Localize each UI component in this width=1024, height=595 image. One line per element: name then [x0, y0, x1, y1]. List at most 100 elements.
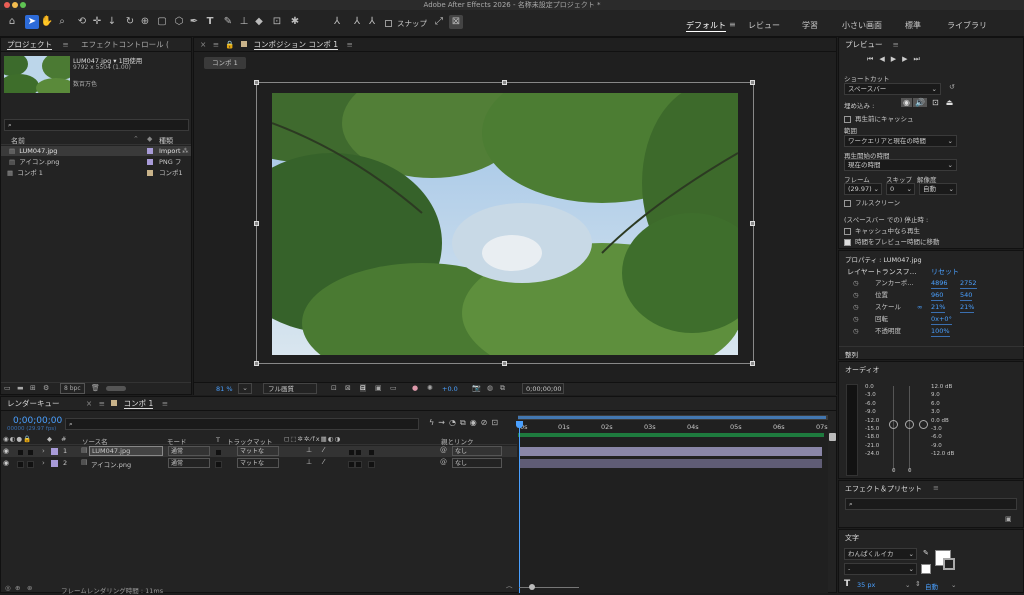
t-switch[interactable]: [215, 460, 222, 468]
reset-link[interactable]: リセット: [931, 267, 959, 277]
prop-value-y[interactable]: 21%: [960, 302, 975, 313]
tab-composition[interactable]: コンポジション コンポ 1: [253, 40, 339, 50]
stop-opt2-row[interactable]: 時間をプレビュー時間に移動: [844, 236, 940, 246]
shortcut-dropdown[interactable]: スペースバー ⌄: [844, 83, 941, 95]
pickwhip-icon[interactable]: @: [440, 458, 447, 466]
zoom-window-button[interactable]: [20, 2, 26, 8]
show-snapshot-icon[interactable]: ◍: [487, 384, 493, 392]
align-section[interactable]: 整列: [839, 346, 1024, 361]
tab-menu-icon[interactable]: ≡: [346, 40, 352, 49]
playhead-handle[interactable]: [516, 421, 523, 428]
label-color[interactable]: [147, 170, 153, 176]
workspace-libraries[interactable]: ライブラリ: [947, 20, 987, 31]
parent-dropdown[interactable]: なし: [452, 446, 502, 456]
layer-name[interactable]: LUM047.jpg: [89, 446, 163, 456]
solo-switch[interactable]: [27, 448, 34, 456]
shape-3d-icon[interactable]: ⬡: [172, 15, 186, 29]
audio-slider-right[interactable]: [905, 420, 914, 429]
trash-icon[interactable]: 🗑: [91, 384, 100, 392]
mask-visibility-icon[interactable]: ⊟: [360, 384, 366, 392]
layer-bounding-box[interactable]: [256, 82, 754, 364]
fast-preview-icon[interactable]: ⧉: [500, 384, 505, 393]
stroke-color-swatch[interactable]: [943, 558, 955, 570]
shape-tool-icon[interactable]: ▢: [155, 15, 169, 29]
orbit-camera-icon[interactable]: ⟲: [75, 15, 89, 29]
close-tab-icon[interactable]: ×: [200, 40, 206, 49]
prop-value-x[interactable]: 21%: [931, 302, 946, 313]
prev-frame-icon[interactable]: ◀: [879, 55, 890, 63]
zoom-value[interactable]: 81 %: [216, 385, 233, 393]
transform-handle[interactable]: [750, 361, 755, 366]
transform-handle[interactable]: [502, 80, 507, 85]
new-folder-icon[interactable]: ▬: [17, 384, 24, 392]
chevron-down-icon[interactable]: ⌄: [951, 581, 956, 589]
mode-dropdown[interactable]: 通常: [168, 446, 210, 456]
eye-icon[interactable]: ◉: [3, 459, 9, 467]
overlay-toggle-icon[interactable]: ⊡: [932, 98, 939, 107]
start-dropdown[interactable]: 現在の時間 ⌄: [844, 159, 957, 171]
render-time-toggle-icon[interactable]: ◎: [5, 584, 11, 592]
time-graph[interactable]: 0s 01s 02s 03s 04s 05s 06s 07s: [516, 413, 828, 593]
transparency-grid-icon[interactable]: ⊠: [345, 384, 351, 392]
viewer-timecode[interactable]: 0;00;00;00: [522, 383, 564, 394]
tab-render-queue[interactable]: レンダーキュー: [7, 399, 60, 408]
cache-before-row[interactable]: 再生前にキャッシュ: [844, 113, 914, 123]
shy-layers-icon[interactable]: ϟ: [429, 418, 438, 427]
comp-end-marker[interactable]: [829, 433, 836, 441]
hand-tool-icon[interactable]: ✋: [40, 15, 54, 29]
stopwatch-icon[interactable]: ◷: [853, 302, 859, 312]
audio-switch[interactable]: [17, 448, 24, 456]
col-track-matte[interactable]: トラックマット: [227, 436, 273, 446]
zoom-tool-icon[interactable]: ⌕: [55, 15, 69, 29]
exposure-value[interactable]: +0.0: [442, 385, 458, 393]
region-icon[interactable]: ⊡: [331, 384, 337, 392]
range-dropdown[interactable]: ワークエリアと現在の時間 ⌄: [844, 135, 957, 147]
matte-dropdown[interactable]: マットな: [237, 446, 279, 456]
layer-row-1[interactable]: ◉ › 1 ▤ LUM047.jpg 通常 マットな ⊥ ⁄ @ なし: [1, 446, 517, 457]
col-name[interactable]: 名前: [11, 136, 25, 146]
dolly-camera-icon[interactable]: ↓: [105, 15, 119, 29]
audio-toggle-icon[interactable]: 🔊: [912, 98, 927, 107]
panel-menu-icon[interactable]: ≡: [213, 40, 219, 49]
thumbnail-slider[interactable]: [106, 386, 126, 391]
bpc-button[interactable]: 8 bpc: [60, 383, 85, 394]
current-time-indicator[interactable]: [519, 421, 520, 593]
pen-tool-icon[interactable]: ✒: [187, 15, 201, 29]
stopwatch-icon[interactable]: ◷: [853, 314, 859, 324]
motion-blur-icon[interactable]: ◔: [449, 418, 460, 427]
style-dropdown[interactable]: - ⌄: [844, 563, 917, 575]
transform-section[interactable]: レイヤートランスフ…: [847, 267, 917, 277]
workspace-review[interactable]: レビュー: [748, 20, 780, 31]
label-color[interactable]: [51, 460, 58, 467]
close-window-button[interactable]: [4, 2, 10, 8]
3d-switch[interactable]: [368, 460, 375, 468]
t-switch[interactable]: [215, 448, 222, 456]
close-tab-icon[interactable]: ×: [86, 399, 92, 408]
tab-menu-icon[interactable]: ≡: [162, 399, 168, 408]
3d-switch[interactable]: [368, 448, 375, 456]
workspace-default[interactable]: デフォルト: [686, 20, 726, 32]
prop-value-y[interactable]: 540: [960, 290, 973, 301]
draft-3d-icon[interactable]: ⊘: [481, 418, 492, 427]
black-white-swatch[interactable]: [921, 564, 931, 574]
snapshot-icon[interactable]: 📷: [472, 384, 481, 392]
sort-icon[interactable]: ⌃: [133, 135, 139, 143]
panel-menu-icon[interactable]: ≡: [62, 40, 68, 49]
project-item-1[interactable]: ▤ LUM047.jpg Import ⁂: [1, 146, 191, 156]
lock-icon[interactable]: 🔒: [225, 40, 234, 49]
interpret-footage-icon[interactable]: ▭: [4, 384, 11, 392]
transform-handle[interactable]: [502, 361, 507, 366]
new-comp-icon[interactable]: ⊞: [30, 384, 36, 392]
transform-handle[interactable]: [750, 80, 755, 85]
effects-search-input[interactable]: ⌕: [845, 498, 1017, 510]
roto-brush-icon[interactable]: ⊡: [270, 15, 284, 29]
fullscreen-row[interactable]: フルスクリーン: [844, 197, 900, 207]
skip-dropdown[interactable]: 0 ⌄: [886, 183, 915, 195]
timeline-zoom-knob[interactable]: [529, 584, 535, 590]
type-tool-icon[interactable]: T: [203, 15, 217, 29]
stopwatch-icon[interactable]: ◷: [853, 290, 859, 300]
video-toggle-icon[interactable]: ◉: [901, 98, 912, 107]
prop-value[interactable]: 100%: [931, 326, 950, 337]
font-dropdown[interactable]: わんぱくルイカ ⌄: [844, 548, 917, 560]
clone-stamp-icon[interactable]: ⊥: [237, 15, 251, 29]
